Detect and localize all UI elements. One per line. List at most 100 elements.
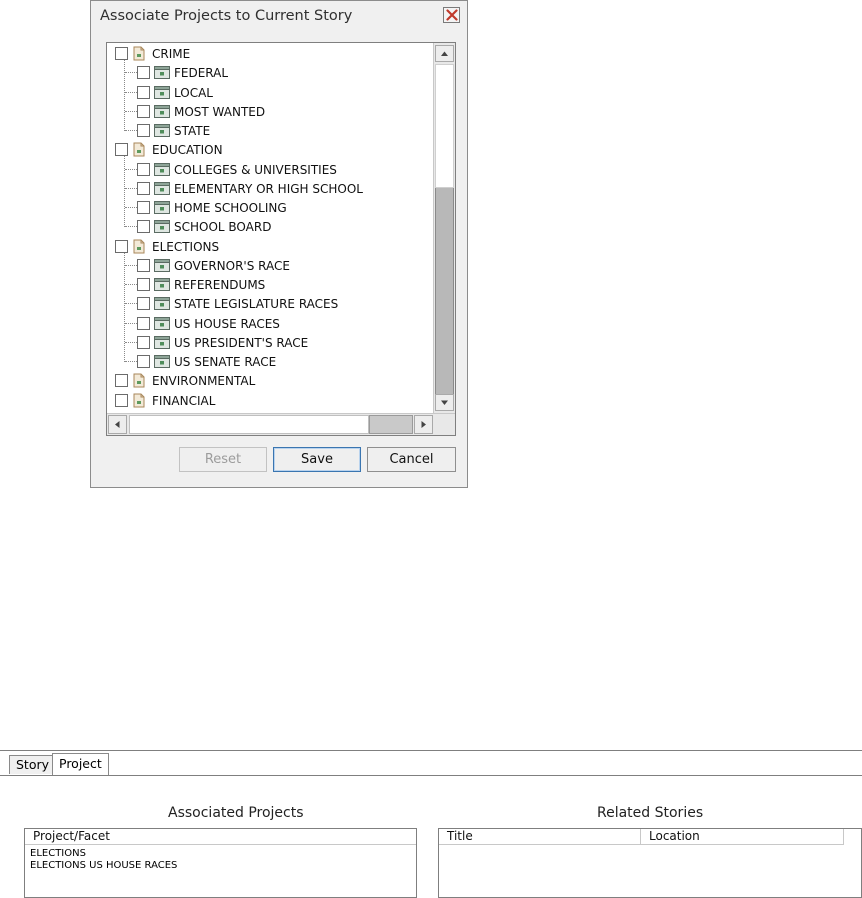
- tree-subcategory-row[interactable]: GOVERNOR'S RACE: [107, 256, 432, 275]
- vertical-scroll-track[interactable]: [435, 64, 454, 188]
- arrow-left-icon: [115, 421, 120, 428]
- column-header-title[interactable]: Title: [439, 829, 641, 845]
- tree-category-row[interactable]: EDUCATION: [107, 140, 432, 159]
- tree-category-row[interactable]: FINANCIAL: [107, 391, 432, 410]
- tree-subcategory-row[interactable]: US HOUSE RACES: [107, 314, 432, 333]
- horizontal-scroll-track[interactable]: [129, 415, 369, 434]
- tree-subcategory-row[interactable]: FEDERAL: [107, 63, 432, 82]
- tree-subcategory-row[interactable]: COLLEGES & UNIVERSITIES: [107, 160, 432, 179]
- panel-tabs: Story Project: [0, 751, 862, 776]
- horizontal-scroll-thumb[interactable]: [369, 415, 413, 434]
- list-item[interactable]: ELECTIONS: [30, 848, 86, 859]
- arrow-up-icon: [441, 51, 448, 56]
- tree-subcategory-row[interactable]: HOME SCHOOLING: [107, 198, 432, 217]
- associate-projects-dialog: Associate Projects to Current Story CRIM…: [90, 0, 468, 488]
- scroll-left-button[interactable]: [108, 415, 127, 434]
- tree-connector-line: [125, 130, 137, 131]
- tree-item-label: REFERENDUMS: [174, 278, 266, 292]
- dialog-titlebar[interactable]: Associate Projects to Current Story: [91, 1, 467, 32]
- tree-item-label: MOST WANTED: [174, 104, 266, 119]
- reset-button[interactable]: Reset: [179, 447, 267, 472]
- list-icon: [154, 355, 170, 368]
- checkbox[interactable]: [137, 201, 150, 214]
- tree-connector-line: [125, 110, 137, 112]
- checkbox[interactable]: [115, 374, 128, 388]
- arrow-down-icon: [441, 400, 448, 405]
- list-item[interactable]: ELECTIONS US HOUSE RACES: [30, 860, 177, 871]
- list-icon: [154, 181, 170, 195]
- tab-story[interactable]: Story: [9, 755, 57, 774]
- folder-icon: [133, 393, 145, 407]
- list-icon: [154, 297, 170, 311]
- list-icon: [154, 278, 170, 291]
- checkbox[interactable]: [115, 143, 128, 157]
- column-header-project-facet[interactable]: Project/Facet: [25, 829, 416, 845]
- checkbox[interactable]: [137, 104, 150, 118]
- tree-subcategory-row[interactable]: US PRESIDENT'S RACE: [107, 333, 432, 352]
- tree-category-row[interactable]: CRIME: [107, 44, 432, 63]
- tree-subcategory-row[interactable]: US SENATE RACE: [107, 352, 432, 371]
- tree-item-label: GOVERNOR'S RACE: [174, 258, 290, 273]
- checkbox[interactable]: [137, 85, 150, 99]
- checkbox[interactable]: [137, 181, 150, 195]
- tree-item-label: US HOUSE RACES: [174, 316, 280, 331]
- checkbox[interactable]: [115, 47, 128, 60]
- tree-connector-line: [125, 322, 137, 324]
- save-button[interactable]: Save: [273, 447, 361, 472]
- cancel-button[interactable]: Cancel: [367, 447, 456, 472]
- list-icon: [154, 104, 170, 118]
- vertical-scrollbar[interactable]: [433, 43, 455, 413]
- dialog-title: Associate Projects to Current Story: [100, 8, 353, 24]
- folder-icon: [133, 373, 145, 388]
- tree-item-label: US SENATE RACE: [174, 355, 277, 369]
- tree-subcategory-row[interactable]: ELEMENTARY OR HIGH SCHOOL: [107, 179, 432, 198]
- checkbox[interactable]: [137, 124, 150, 137]
- checkbox[interactable]: [137, 278, 150, 291]
- tree-item-label: ELECTIONS: [152, 239, 220, 254]
- tree-subcategory-row[interactable]: MOST WANTED: [107, 102, 432, 121]
- tree-category-row[interactable]: ELECTIONS: [107, 237, 432, 256]
- tree-subcategory-row[interactable]: STATE: [107, 121, 432, 140]
- tree-item-label: ENVIRONMENTAL: [152, 374, 256, 389]
- tree-item-label: HOME SCHOOLING: [174, 201, 287, 215]
- list-icon: [154, 258, 170, 272]
- tree-subcategory-row[interactable]: STATE LEGISLATURE RACES: [107, 294, 432, 313]
- project-tree: CRIME FEDERAL LOCAL MOST WANTED STATE EDUCATI…: [106, 42, 456, 436]
- checkbox[interactable]: [137, 220, 150, 234]
- tree-connector-line: [125, 341, 137, 343]
- checkbox[interactable]: [115, 393, 128, 407]
- checkbox[interactable]: [137, 162, 150, 176]
- tree-item-label: FEDERAL: [174, 66, 229, 81]
- tree-item-label: LOCAL: [174, 85, 213, 100]
- list-icon: [154, 162, 170, 176]
- tree-subcategory-row[interactable]: LOCAL: [107, 83, 432, 102]
- horizontal-scrollbar[interactable]: [107, 413, 455, 435]
- tree-subcategory-row[interactable]: SCHOOL BOARD: [107, 217, 432, 236]
- checkbox[interactable]: [137, 316, 150, 330]
- scroll-right-button[interactable]: [414, 415, 433, 434]
- associated-projects-title: Associated Projects: [168, 805, 304, 821]
- close-button[interactable]: [443, 7, 460, 23]
- tree-connector-line: [125, 226, 137, 228]
- tree-connector-line: [125, 207, 137, 208]
- checkbox[interactable]: [115, 239, 128, 253]
- list-icon: [154, 124, 170, 137]
- tree-item-label: STATE: [174, 124, 211, 138]
- related-stories-title: Related Stories: [597, 805, 704, 821]
- checkbox[interactable]: [137, 66, 150, 80]
- tab-project[interactable]: Project: [52, 753, 109, 775]
- tree-item-label: COLLEGES & UNIVERSITIES: [174, 162, 337, 177]
- checkbox[interactable]: [137, 335, 150, 349]
- arrow-right-icon: [421, 421, 426, 428]
- tree-item-label: CRIME: [152, 47, 191, 61]
- checkbox[interactable]: [137, 355, 150, 368]
- scroll-down-button[interactable]: [435, 394, 454, 411]
- checkbox[interactable]: [137, 258, 150, 272]
- column-header-location[interactable]: Location: [641, 829, 844, 845]
- tree-subcategory-row[interactable]: REFERENDUMS: [107, 275, 432, 294]
- checkbox[interactable]: [137, 297, 150, 311]
- scroll-up-button[interactable]: [435, 45, 454, 62]
- tree-category-row[interactable]: ENVIRONMENTAL: [107, 371, 432, 390]
- tree-item-label: EDUCATION: [152, 143, 223, 158]
- list-icon: [154, 201, 170, 214]
